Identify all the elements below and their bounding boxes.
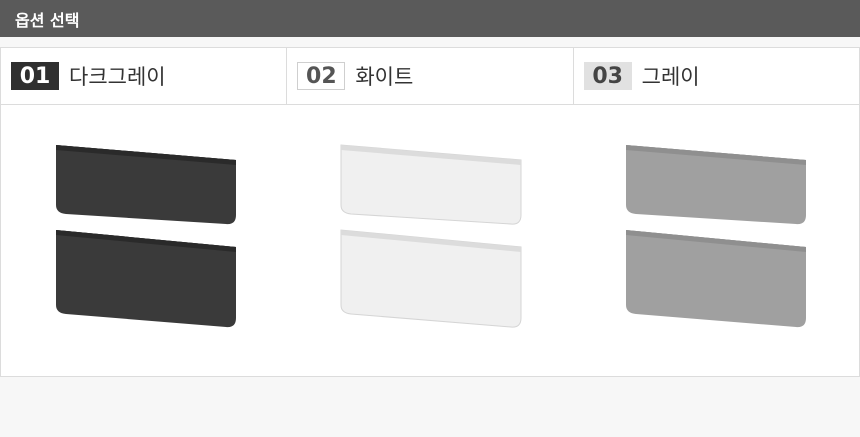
color-options-table: 01 다크그레이 02 화이트 03 그레이 bbox=[0, 47, 860, 377]
product-images bbox=[1, 105, 859, 376]
option-label: 다크그레이 bbox=[69, 65, 166, 89]
option-dark-gray[interactable]: 01 다크그레이 bbox=[1, 48, 288, 104]
option-label: 그레이 bbox=[641, 65, 700, 89]
option-label: 화이트 bbox=[355, 65, 414, 89]
option-white[interactable]: 02 화이트 bbox=[287, 48, 574, 104]
header-title: 옵션 선택 bbox=[15, 10, 80, 30]
dark-gray-organizer-image bbox=[56, 145, 236, 328]
organizer-top bbox=[340, 144, 522, 225]
organizer-top bbox=[56, 145, 236, 225]
organizer-bottom bbox=[626, 230, 806, 328]
option-number-badge: 01 bbox=[11, 62, 59, 90]
gray-organizer-image bbox=[626, 145, 806, 328]
option-tabs: 01 다크그레이 02 화이트 03 그레이 bbox=[1, 48, 859, 105]
organizer-bottom bbox=[56, 230, 236, 328]
organizer-bottom bbox=[340, 229, 522, 328]
option-number-badge: 03 bbox=[583, 62, 632, 90]
white-organizer-image bbox=[340, 144, 522, 328]
organizer-top bbox=[626, 145, 806, 225]
option-number-badge: 02 bbox=[297, 62, 346, 90]
option-gray[interactable]: 03 그레이 bbox=[574, 48, 859, 104]
option-select-header: 옵션 선택 bbox=[0, 0, 860, 37]
